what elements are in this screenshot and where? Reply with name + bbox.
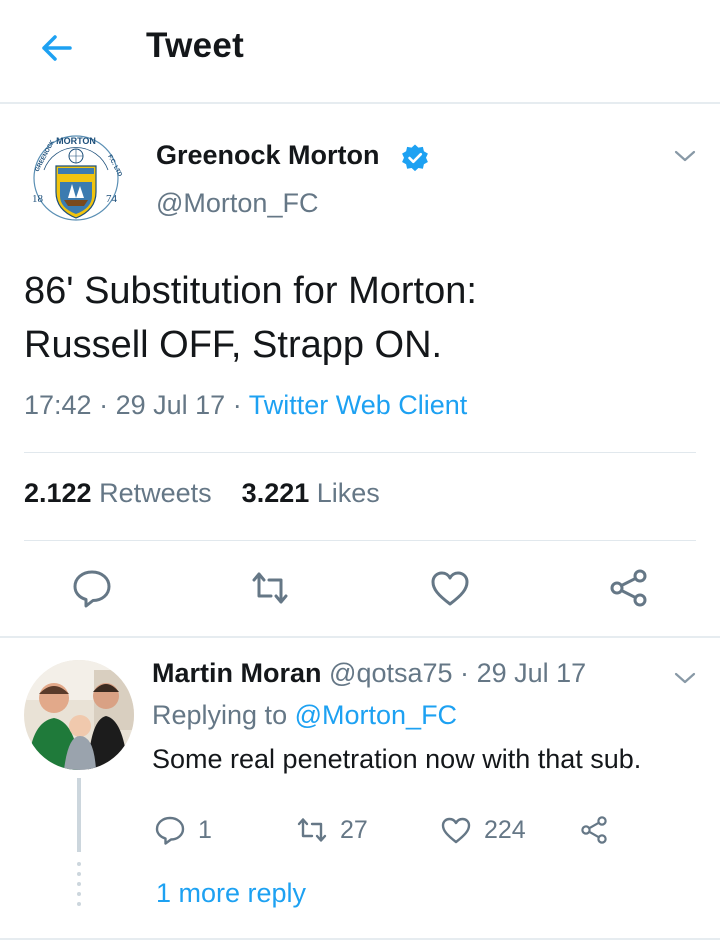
thread-dot — [77, 892, 81, 896]
thread-dot — [77, 902, 81, 906]
separator-dot: · — [232, 390, 249, 420]
tweet-text-line: Russell OFF, Strapp ON. — [24, 324, 443, 366]
reply-icon[interactable] — [70, 566, 114, 610]
like-count: 224 — [484, 815, 526, 844]
reply-button[interactable]: 1 — [154, 812, 212, 848]
tweet-date: 29 Jul 17 — [115, 390, 226, 420]
chevron-down-icon[interactable] — [672, 146, 698, 166]
likes-label: Likes — [316, 478, 380, 508]
svg-text:MORTON: MORTON — [56, 136, 96, 146]
share-icon[interactable] — [606, 566, 650, 610]
more-replies-link[interactable]: 1 more reply — [156, 878, 306, 909]
verified-badge-icon — [402, 144, 428, 172]
heart-icon[interactable] — [428, 566, 472, 610]
page-title: Tweet — [146, 26, 245, 65]
svg-text:74: 74 — [106, 193, 118, 205]
replying-to-handle[interactable]: @Morton_FC — [295, 700, 457, 730]
tweet-source-link[interactable]: Twitter Web Client — [249, 390, 468, 420]
divider — [0, 636, 720, 638]
author-handle[interactable]: @Morton_FC — [156, 188, 318, 219]
thread-line — [77, 778, 81, 852]
svg-text:18: 18 — [32, 193, 44, 205]
share-button[interactable] — [578, 812, 610, 848]
reply-date: 29 Jul 17 — [476, 658, 587, 688]
divider — [24, 452, 696, 453]
retweet-icon — [297, 818, 327, 842]
thread-dot — [77, 882, 81, 886]
likes-count: 3.221 — [241, 478, 310, 508]
heart-icon — [441, 817, 471, 844]
retweets-count: 2.122 — [24, 478, 92, 508]
reply-count: 1 — [198, 815, 212, 844]
divider — [0, 938, 720, 940]
tweet-time: 17:42 — [24, 390, 92, 420]
tweet-stats: 2.122 Retweets 3.221 Likes — [24, 478, 380, 509]
share-icon — [581, 816, 607, 844]
like-button[interactable]: 224 — [440, 812, 526, 848]
avatar[interactable] — [24, 660, 134, 770]
tweet-text-line: 86' Substitution for Morton: — [24, 270, 477, 312]
separator-dot: · — [460, 658, 470, 688]
replying-to: Replying to @Morton_FC — [152, 700, 457, 731]
reply-author-handle[interactable]: @qotsa75 — [329, 658, 453, 688]
thread-dot — [77, 862, 81, 866]
tweet-text: 86' Substitution for Morton: Russell OFF… — [24, 264, 684, 372]
retweet-count: 27 — [340, 815, 368, 844]
reply-icon — [155, 816, 185, 845]
likes-stat[interactable]: 3.221 Likes — [242, 478, 380, 508]
reply-header: Martin Moran @qotsa75 · 29 Jul 17 — [152, 658, 586, 689]
replying-prefix: Replying to — [152, 700, 288, 730]
club-crest-logo[interactable]: MORTON GREENOCK F.C. LTD 18 74 — [24, 126, 128, 230]
author-name[interactable]: Greenock Morton — [156, 140, 380, 171]
thread-dot — [77, 872, 81, 876]
retweet-button[interactable]: 27 — [296, 812, 368, 848]
retweets-label: Retweets — [99, 478, 212, 508]
separator-dot: · — [99, 390, 116, 420]
retweets-stat[interactable]: 2.122 Retweets — [24, 478, 212, 508]
retweet-icon[interactable] — [248, 566, 292, 610]
divider — [24, 540, 696, 541]
top-bar — [0, 0, 720, 104]
reply-author-name[interactable]: Martin Moran — [152, 658, 322, 688]
tweet-meta: 17:42 · 29 Jul 17 · Twitter Web Client — [24, 390, 467, 421]
arrow-left-icon[interactable] — [36, 28, 76, 68]
chevron-down-icon[interactable] — [672, 668, 698, 688]
reply-text: Some real penetration now with that sub. — [152, 744, 642, 774]
